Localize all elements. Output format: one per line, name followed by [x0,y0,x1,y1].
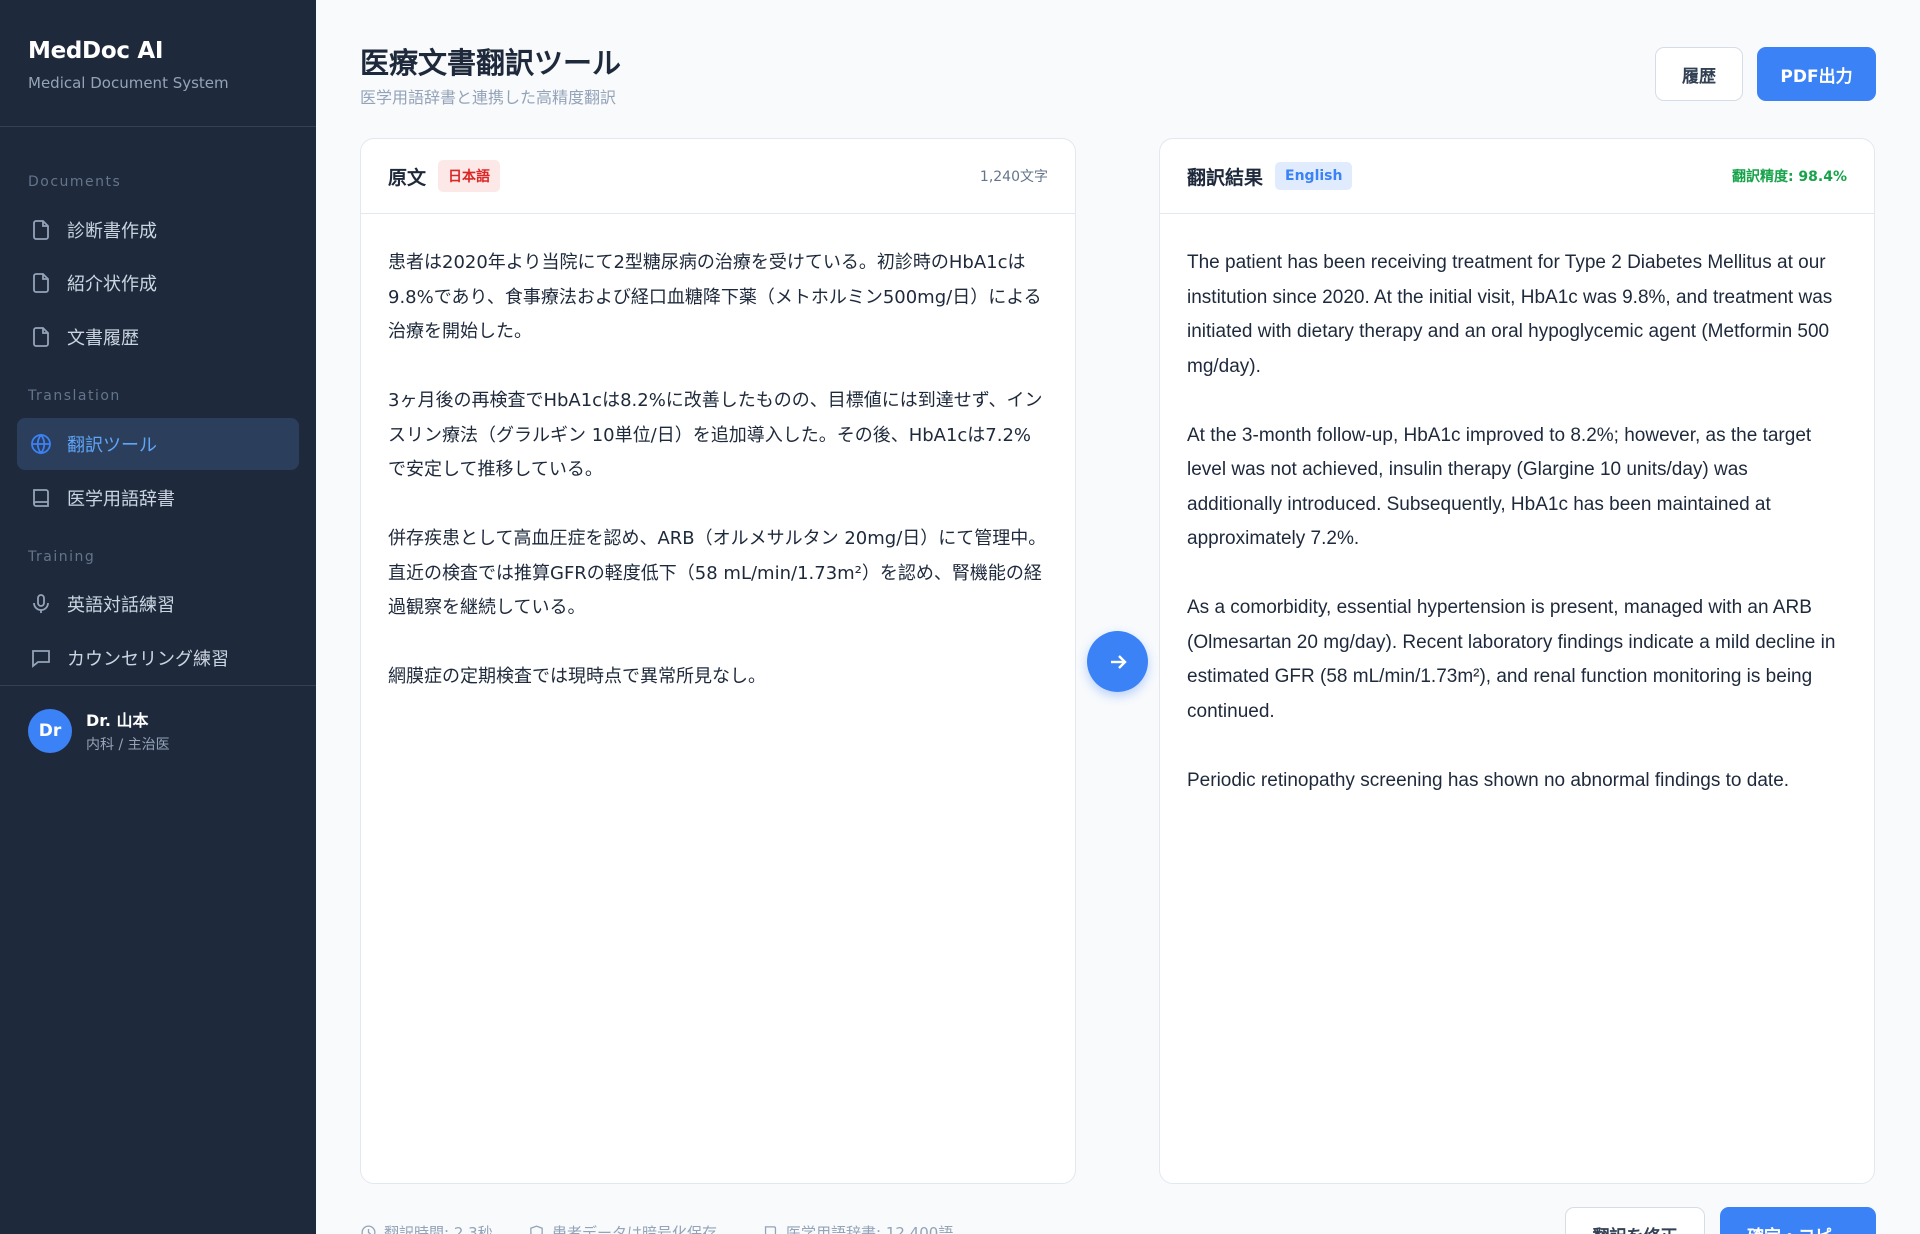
book-icon [764,1226,777,1234]
accuracy-badge: 翻訳精度: 98.4% [1731,169,1847,185]
source-title: 原文 [388,166,427,189]
result-panel-header: 翻訳結果 English 翻訳精度: 98.4% [1160,139,1874,214]
dictionary-count-text: 医学用語辞書: 12,400語 [786,1224,954,1234]
microphone-icon [29,592,53,616]
user-profile[interactable]: Dr Dr. 山本 内科 / 主治医 [0,685,316,775]
sidebar-item-label: 医学用語辞書 [67,489,175,510]
app-name: MedDoc AI [28,38,164,64]
pdf-export-button[interactable]: PDF出力 [1757,47,1876,101]
result-text-area[interactable]: The patient has been receiving treatment… [1160,214,1874,798]
clock-icon [361,1225,376,1234]
source-panel: 原文 日本語 1,240文字 患者は2020年より当院にて2型糖尿病の治療を受け… [360,138,1076,1184]
source-text-area[interactable]: 患者は2020年より当院にて2型糖尿病の治療を受けている。初診時のHbA1cは9… [361,214,1075,695]
user-name: Dr. 山本 [86,711,149,730]
confirm-copy-button[interactable]: 確定・コピー [1720,1207,1876,1234]
privacy-note-text: 患者データは暗号化保存 [552,1224,718,1234]
sidebar-item-label: 文書履歴 [67,328,139,349]
source-panel-header: 原文 日本語 1,240文字 [361,139,1075,214]
sidebar: MedDoc AI Medical Document System Docume… [0,0,316,1234]
source-paragraph: 網膜症の定期検査では現時点で異常所見なし。 [388,666,766,687]
history-button[interactable]: 履歴 [1655,47,1743,101]
sidebar-item-referral[interactable]: 紹介状作成 [17,257,299,309]
result-paragraph: Periodic retinopathy screening has shown… [1187,769,1790,791]
sidebar-item-label: 翻訳ツール [67,435,157,456]
document-icon [29,271,53,295]
app-subtitle: Medical Document System [28,74,229,92]
char-count: 1,240文字 [979,169,1048,185]
result-paragraph: As a comorbidity, essential hypertension… [1187,597,1836,722]
globe-icon [29,432,53,456]
dictionary-count: 医学用語辞書: 12,400語 [762,1222,953,1234]
privacy-note: 患者データは暗号化保存 [528,1222,717,1234]
sidebar-item-dictionary[interactable]: 医学用語辞書 [17,472,299,524]
sidebar-item-translation-tool[interactable]: 翻訳ツール [17,418,299,470]
result-title: 翻訳結果 [1187,166,1264,189]
result-language-badge: English [1275,162,1353,190]
translation-time: 翻訳時間: 2.3秒 [360,1222,493,1234]
source-paragraph: 併存疾患として高血圧症を認め、ARB（オルメサルタン 20mg/日）にて管理中。… [388,528,1047,618]
translate-button[interactable] [1087,631,1148,692]
sidebar-item-label: 英語対話練習 [67,595,175,616]
page-title: 医療文書翻訳ツール [360,46,622,80]
sidebar-item-diagnosis[interactable]: 診断書作成 [17,204,299,256]
document-icon [29,325,53,349]
sidebar-item-counseling[interactable]: カウンセリング練習 [17,632,299,684]
source-language-badge: 日本語 [438,160,501,192]
section-label-documents: Documents [28,174,122,190]
user-role: 内科 / 主治医 [86,737,170,753]
sidebar-item-english-dialogue[interactable]: 英語対話練習 [17,578,299,630]
sidebar-item-label: 診断書作成 [67,221,157,242]
translation-time-text: 翻訳時間: 2.3秒 [384,1224,493,1234]
page-subtitle: 医学用語辞書と連携した高精度翻訳 [360,88,617,107]
document-icon [29,218,53,242]
sidebar-item-label: カウンセリング練習 [67,649,229,670]
sidebar-item-history[interactable]: 文書履歴 [17,311,299,363]
sidebar-item-label: 紹介状作成 [67,274,157,295]
section-label-training: Training [28,549,96,565]
source-paragraph: 患者は2020年より当院にて2型糖尿病の治療を受けている。初診時のHbA1cは9… [388,252,1042,342]
result-paragraph: At the 3-month follow-up, HbA1c improved… [1187,424,1812,550]
avatar: Dr [28,708,72,753]
arrow-right-icon [1106,650,1130,674]
result-panel: 翻訳結果 English 翻訳精度: 98.4% The patient has… [1159,138,1875,1184]
section-label-translation: Translation [28,388,121,404]
chat-bubble-icon [29,646,53,670]
brand: MedDoc AI Medical Document System [0,0,316,127]
book-icon [29,486,53,510]
result-paragraph: The patient has been receiving treatment… [1187,252,1833,377]
shield-icon [530,1225,543,1234]
edit-translation-button[interactable]: 翻訳を修正 [1565,1207,1705,1234]
source-paragraph: 3ヶ月後の再検査でHbA1cは8.2%に改善したものの、目標値には到達せず、イン… [388,390,1043,480]
